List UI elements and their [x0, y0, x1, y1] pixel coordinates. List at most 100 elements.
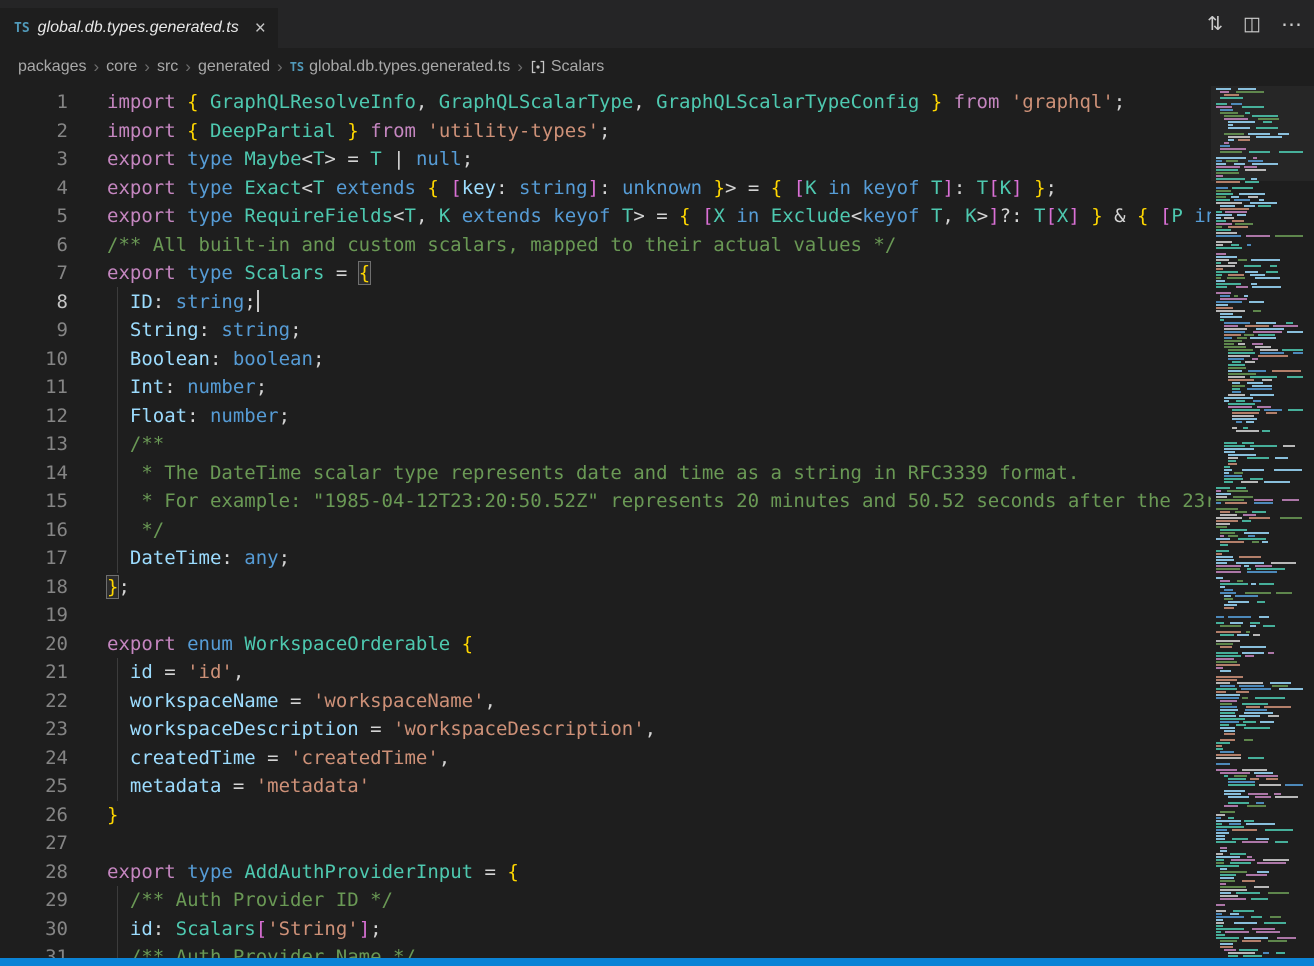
code-line[interactable]: 24 createdTime = 'createdTime', [0, 744, 1211, 773]
line-number[interactable]: 9 [0, 316, 68, 345]
code-line[interactable]: 14 * The DateTime scalar type represents… [0, 459, 1211, 488]
line-number[interactable]: 15 [0, 487, 68, 516]
line-number[interactable]: 29 [0, 886, 68, 915]
line-number[interactable]: 2 [0, 117, 68, 146]
line-number[interactable]: 19 [0, 601, 68, 630]
line-number[interactable]: 3 [0, 145, 68, 174]
code-line[interactable]: 11 Int: number; [0, 373, 1211, 402]
code-line[interactable]: 10 Boolean: boolean; [0, 345, 1211, 374]
code-line[interactable]: 27 [0, 829, 1211, 858]
line-number[interactable]: 22 [0, 687, 68, 716]
typescript-file-icon: TS [14, 21, 30, 36]
open-changes-icon[interactable]: ⇅ [1207, 15, 1223, 34]
code-line[interactable]: 6/** All built-in and custom scalars, ma… [0, 231, 1211, 260]
code-line[interactable]: 13 /** [0, 430, 1211, 459]
code-line[interactable]: 2import { DeepPartial } from 'utility-ty… [0, 117, 1211, 146]
minimap-line [1211, 391, 1307, 393]
code-editor[interactable]: 1import { GraphQLResolveInfo, GraphQLSca… [0, 86, 1211, 958]
minimap-line [1211, 97, 1307, 99]
chevron-right-icon: › [94, 57, 100, 77]
line-number[interactable]: 31 [0, 943, 68, 958]
line-number[interactable]: 18 [0, 573, 68, 602]
minimap-line [1211, 382, 1307, 384]
line-number[interactable]: 12 [0, 402, 68, 431]
code-line[interactable]: 17 DateTime: any; [0, 544, 1211, 573]
line-number[interactable]: 13 [0, 430, 68, 459]
tab-global-db-types-generated[interactable]: TS global.db.types.generated.ts × [0, 8, 278, 48]
code-line[interactable]: 29 /** Auth Provider ID */ [0, 886, 1211, 915]
code-line[interactable]: 25 metadata = 'metadata' [0, 772, 1211, 801]
minimap-line [1211, 115, 1307, 117]
code-line[interactable]: 15 * For example: "1985-04-12T23:20:50.5… [0, 487, 1211, 516]
minimap-line [1211, 112, 1307, 114]
code-line[interactable]: 8 ID: string; [0, 288, 1211, 317]
minimap-line [1211, 730, 1307, 732]
line-number[interactable]: 11 [0, 373, 68, 402]
minimap-line [1211, 769, 1307, 771]
minimap-line [1211, 592, 1307, 594]
line-number[interactable]: 24 [0, 744, 68, 773]
code-line[interactable]: 22 workspaceName = 'workspaceName', [0, 687, 1211, 716]
line-number[interactable]: 25 [0, 772, 68, 801]
breadcrumb-item-src[interactable]: src [157, 58, 178, 76]
line-number[interactable]: 28 [0, 858, 68, 887]
line-number[interactable]: 16 [0, 516, 68, 545]
code-line[interactable]: 4export type Exact<T extends { [key: str… [0, 174, 1211, 203]
minimap[interactable] [1211, 86, 1314, 958]
status-bar[interactable] [0, 958, 1314, 966]
line-number[interactable]: 1 [0, 88, 68, 117]
line-number[interactable]: 23 [0, 715, 68, 744]
code-line[interactable]: 20export enum WorkspaceOrderable { [0, 630, 1211, 659]
line-number[interactable]: 21 [0, 658, 68, 687]
minimap-line [1211, 568, 1307, 570]
code-line[interactable]: 26} [0, 801, 1211, 830]
minimap-line [1211, 493, 1307, 495]
code-line[interactable]: 23 workspaceDescription = 'workspaceDesc… [0, 715, 1211, 744]
breadcrumb-item-core[interactable]: core [106, 58, 137, 76]
code-line[interactable]: 18}; [0, 573, 1211, 602]
minimap-line [1211, 220, 1307, 222]
line-number[interactable]: 5 [0, 202, 68, 231]
code-line[interactable]: 1import { GraphQLResolveInfo, GraphQLSca… [0, 88, 1211, 117]
line-number[interactable]: 30 [0, 915, 68, 944]
minimap-line [1211, 367, 1307, 369]
code-line[interactable]: 7export type Scalars = { [0, 259, 1211, 288]
code-line[interactable]: 31 /** Auth Provider Name */ [0, 943, 1211, 958]
minimap-line [1211, 715, 1307, 717]
breadcrumb-item-packages[interactable]: packages [18, 58, 87, 76]
code-line[interactable]: 3export type Maybe<T> = T | null; [0, 145, 1211, 174]
minimap-line [1211, 553, 1307, 555]
breadcrumb-item-scalars[interactable]: Scalars [530, 58, 604, 76]
minimap-line [1211, 595, 1307, 597]
code-text: workspaceDescription = 'workspaceDescrip… [68, 715, 1211, 744]
line-number[interactable]: 4 [0, 174, 68, 203]
breadcrumb-item-generated[interactable]: generated [198, 58, 270, 76]
line-number[interactable]: 27 [0, 829, 68, 858]
line-number[interactable]: 8 [0, 288, 68, 317]
line-number[interactable]: 10 [0, 345, 68, 374]
split-editor-icon[interactable]: ◫ [1243, 15, 1261, 34]
line-number[interactable]: 7 [0, 259, 68, 288]
breadcrumb-item-file[interactable]: TS global.db.types.generated.ts [290, 58, 510, 76]
code-line[interactable]: 19 [0, 601, 1211, 630]
code-line[interactable]: 9 String: string; [0, 316, 1211, 345]
minimap-line [1211, 784, 1307, 786]
line-number[interactable]: 26 [0, 801, 68, 830]
minimap-line [1211, 127, 1307, 129]
code-line[interactable]: 16 */ [0, 516, 1211, 545]
close-tab-icon[interactable]: × [255, 19, 266, 38]
line-number[interactable]: 20 [0, 630, 68, 659]
minimap-line [1211, 448, 1307, 450]
code-line[interactable]: 5export type RequireFields<T, K extends … [0, 202, 1211, 231]
minimap-line [1211, 940, 1307, 942]
line-number[interactable]: 14 [0, 459, 68, 488]
code-line[interactable]: 28export type AddAuthProviderInput = { [0, 858, 1211, 887]
code-line[interactable]: 30 id: Scalars['String']; [0, 915, 1211, 944]
code-line[interactable]: 12 Float: number; [0, 402, 1211, 431]
minimap-line [1211, 103, 1307, 105]
minimap-line [1211, 142, 1307, 144]
line-number[interactable]: 17 [0, 544, 68, 573]
more-actions-icon[interactable]: ⋯ [1281, 14, 1302, 35]
line-number[interactable]: 6 [0, 231, 68, 260]
code-line[interactable]: 21 id = 'id', [0, 658, 1211, 687]
